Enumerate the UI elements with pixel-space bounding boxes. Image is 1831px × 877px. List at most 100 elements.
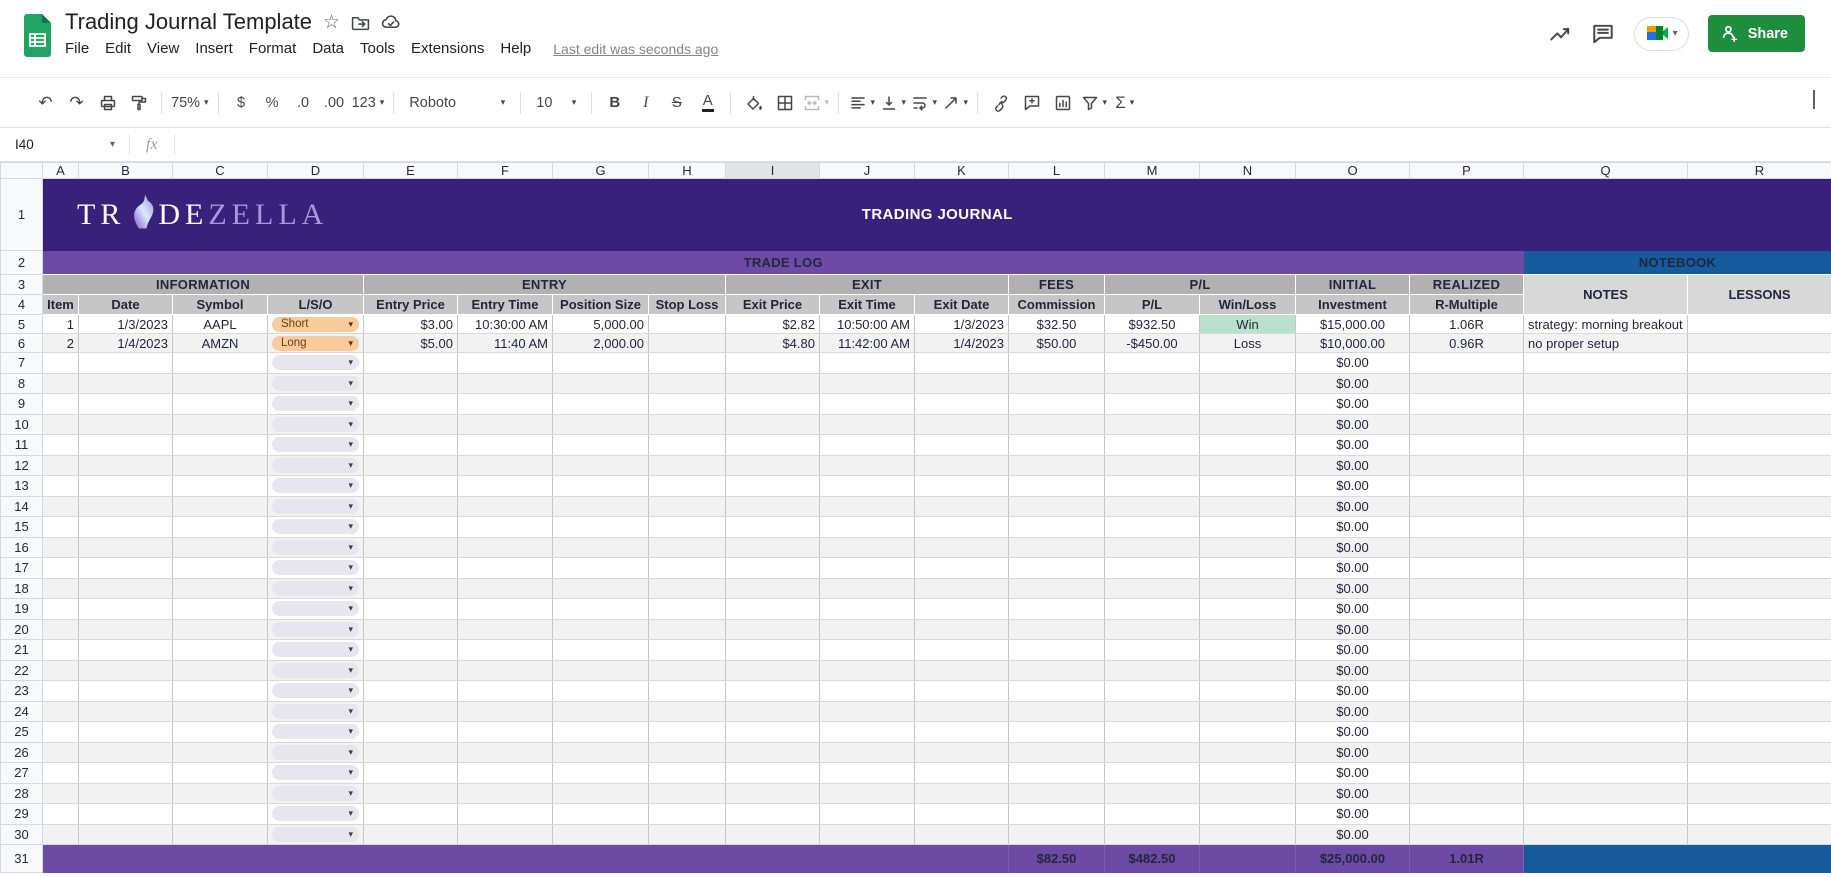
cell-G24[interactable]	[553, 701, 649, 722]
cell-O8[interactable]: $0.00	[1296, 373, 1410, 394]
lso-dropdown-chip[interactable]: ▾	[272, 786, 359, 801]
cell-K17[interactable]	[915, 558, 1009, 579]
lso-dropdown-chip[interactable]: ▾	[272, 827, 359, 842]
cell-L25[interactable]	[1009, 722, 1105, 743]
format-percent-button[interactable]: %	[259, 89, 286, 116]
column-header-L[interactable]: L	[1009, 163, 1105, 179]
cell-A26[interactable]	[43, 742, 79, 763]
cell-Q25[interactable]	[1524, 722, 1688, 743]
cell-R20[interactable]	[1688, 619, 1831, 640]
lso-dropdown-chip[interactable]: ▾	[272, 540, 359, 555]
text-rotation-button[interactable]: ▾	[941, 89, 968, 116]
cell-P9[interactable]	[1410, 394, 1524, 415]
row-header-12[interactable]: 12	[1, 455, 43, 476]
cell-K8[interactable]	[915, 373, 1009, 394]
chevron-down-icon[interactable]: ▾	[1673, 28, 1678, 39]
cell-M9[interactable]	[1105, 394, 1200, 415]
share-button[interactable]: Share	[1708, 15, 1805, 52]
cell-C11[interactable]	[173, 435, 268, 456]
cell-P16[interactable]	[1410, 537, 1524, 558]
cell-C30[interactable]	[173, 824, 268, 845]
cell-D30[interactable]: ▾	[268, 824, 364, 845]
cell-G9[interactable]	[553, 394, 649, 415]
italic-button[interactable]: I	[632, 89, 659, 116]
cell-O22[interactable]: $0.00	[1296, 660, 1410, 681]
row-header-21[interactable]: 21	[1, 640, 43, 661]
format-currency-button[interactable]: $	[228, 89, 255, 116]
document-title[interactable]: Trading Journal Template	[65, 9, 312, 35]
cell-C21[interactable]	[173, 640, 268, 661]
cell-B5[interactable]: 1/3/2023	[79, 315, 173, 334]
cell-O10[interactable]: $0.00	[1296, 414, 1410, 435]
cell-A7[interactable]	[43, 353, 79, 374]
subheader-date[interactable]: Date	[79, 295, 173, 315]
cell-B24[interactable]	[79, 701, 173, 722]
cell-I8[interactable]	[726, 373, 820, 394]
lso-dropdown-chip[interactable]: ▾	[272, 622, 359, 637]
cell-E15[interactable]	[364, 517, 458, 538]
cell-F10[interactable]	[458, 414, 553, 435]
cell-E27[interactable]	[364, 763, 458, 784]
totals-row-spacer[interactable]	[43, 845, 1009, 873]
strikethrough-button[interactable]: S	[663, 89, 690, 116]
cell-C25[interactable]	[173, 722, 268, 743]
cell-D24[interactable]: ▾	[268, 701, 364, 722]
cell-R15[interactable]	[1688, 517, 1831, 538]
cell-H19[interactable]	[649, 599, 726, 620]
cell-Q9[interactable]	[1524, 394, 1688, 415]
cell-R16[interactable]	[1688, 537, 1831, 558]
menu-view[interactable]: View	[139, 38, 187, 59]
total-investment[interactable]: $25,000.00	[1296, 845, 1410, 873]
cell-I5[interactable]: $2.82	[726, 315, 820, 334]
cell-B14[interactable]	[79, 496, 173, 517]
cell-G26[interactable]	[553, 742, 649, 763]
cell-I30[interactable]	[726, 824, 820, 845]
menu-format[interactable]: Format	[241, 38, 305, 59]
cell-M30[interactable]	[1105, 824, 1200, 845]
cell-C23[interactable]	[173, 681, 268, 702]
cell-J11[interactable]	[820, 435, 915, 456]
redo-button[interactable]: ↷	[63, 89, 90, 116]
cell-D15[interactable]: ▾	[268, 517, 364, 538]
cell-A12[interactable]	[43, 455, 79, 476]
lso-dropdown-chip[interactable]: ▾	[272, 396, 359, 411]
column-header-K[interactable]: K	[915, 163, 1009, 179]
subheader-exit-date[interactable]: Exit Date	[915, 295, 1009, 315]
cell-A18[interactable]	[43, 578, 79, 599]
font-size-select[interactable]: 10▾	[530, 89, 582, 116]
cell-K7[interactable]	[915, 353, 1009, 374]
cell-F21[interactable]	[458, 640, 553, 661]
row-header-30[interactable]: 30	[1, 824, 43, 845]
cell-Q18[interactable]	[1524, 578, 1688, 599]
cell-F17[interactable]	[458, 558, 553, 579]
formula-input[interactable]	[181, 128, 1831, 161]
cell-P19[interactable]	[1410, 599, 1524, 620]
cell-O27[interactable]: $0.00	[1296, 763, 1410, 784]
total-commission[interactable]: $82.50	[1009, 845, 1105, 873]
cell-O30[interactable]: $0.00	[1296, 824, 1410, 845]
cell-Q24[interactable]	[1524, 701, 1688, 722]
cell-R28[interactable]	[1688, 783, 1831, 804]
subheader-l-s-o[interactable]: L/S/O	[268, 295, 364, 315]
create-filter-button[interactable]: ▾	[1080, 89, 1107, 116]
cell-P15[interactable]	[1410, 517, 1524, 538]
cell-D14[interactable]: ▾	[268, 496, 364, 517]
cell-C29[interactable]	[173, 804, 268, 825]
hide-toolbar-button[interactable]	[1813, 92, 1815, 110]
subheader-exit-price[interactable]: Exit Price	[726, 295, 820, 315]
row-header-14[interactable]: 14	[1, 496, 43, 517]
cell-E5[interactable]: $3.00	[364, 315, 458, 334]
cell-R8[interactable]	[1688, 373, 1831, 394]
cell-D10[interactable]: ▾	[268, 414, 364, 435]
cell-A24[interactable]	[43, 701, 79, 722]
cell-J10[interactable]	[820, 414, 915, 435]
cell-P21[interactable]	[1410, 640, 1524, 661]
section-header-realized[interactable]: REALIZED	[1410, 275, 1524, 295]
bold-button[interactable]: B	[601, 89, 628, 116]
cell-H24[interactable]	[649, 701, 726, 722]
insert-comment-button[interactable]	[1018, 89, 1045, 116]
cell-B22[interactable]	[79, 660, 173, 681]
cell-F15[interactable]	[458, 517, 553, 538]
column-header-A[interactable]: A	[43, 163, 79, 179]
cell-B6[interactable]: 1/4/2023	[79, 334, 173, 353]
